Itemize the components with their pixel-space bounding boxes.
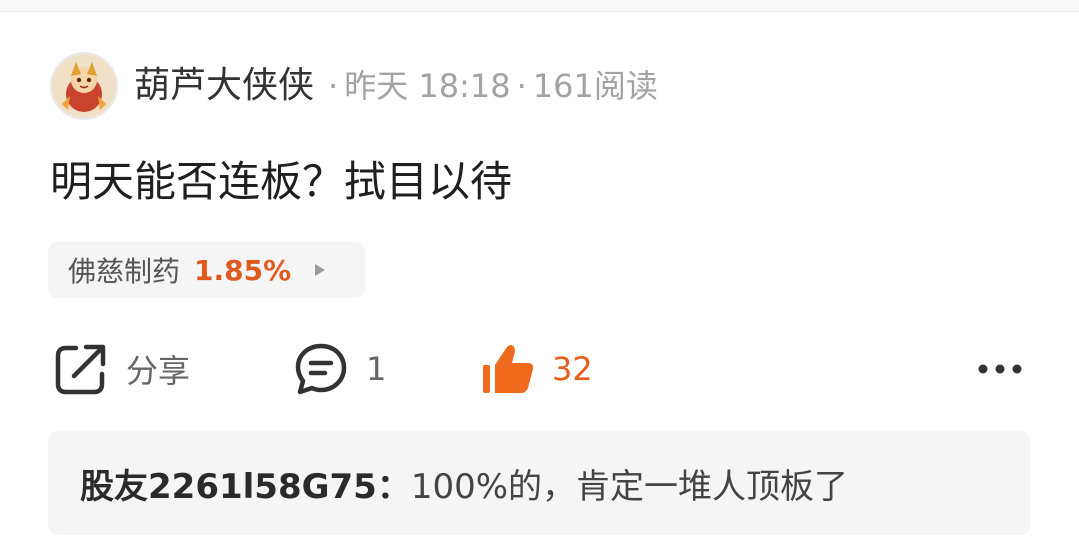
like-button[interactable]: 32 xyxy=(480,338,593,400)
reply-colon: ： xyxy=(376,466,411,507)
reply-text: 100%的，肯定一堆人顶板了 xyxy=(410,466,849,507)
triangle-right-icon xyxy=(315,264,326,276)
share-icon xyxy=(55,344,106,395)
more-button[interactable] xyxy=(976,338,1024,400)
meta-separator-2: · xyxy=(516,67,527,105)
like-count: 32 xyxy=(552,350,593,388)
post-content: 明天能否连板？拭目以待 xyxy=(50,157,513,206)
top-divider xyxy=(0,0,1079,12)
thumbs-up-icon xyxy=(483,345,534,393)
stock-name: 佛慈制药 xyxy=(68,255,181,288)
share-label: 分享 xyxy=(126,352,191,390)
post-meta: · 昨天 18:18 · 161阅读 xyxy=(322,70,658,102)
meta-separator: · xyxy=(328,67,339,105)
reply-username[interactable]: 股友2261l58G75 xyxy=(80,459,377,508)
comment-count: 1 xyxy=(366,350,387,388)
read-count: 161阅读 xyxy=(532,67,658,105)
author-row: 葫芦大侠侠 · 昨天 18:18 · 161阅读 xyxy=(50,52,658,120)
stock-change: 1.85% xyxy=(194,253,292,287)
more-icon xyxy=(978,364,1022,374)
avatar[interactable] xyxy=(50,52,118,120)
comment-button[interactable]: 1 xyxy=(294,338,386,400)
action-bar: 分享 1 32 xyxy=(0,338,1079,400)
stock-tag[interactable]: 佛慈制药 1.85% xyxy=(48,242,365,298)
comment-icon xyxy=(295,343,347,395)
author-name[interactable]: 葫芦大侠侠 xyxy=(134,68,314,104)
share-button[interactable]: 分享 xyxy=(54,338,190,400)
post-card: 葫芦大侠侠 · 昨天 18:18 · 161阅读 明天能否连板？拭目以待 佛慈制… xyxy=(0,0,1079,553)
post-time: 昨天 18:18 xyxy=(344,67,511,105)
top-reply[interactable]: 股友2261l58G75 ： 100%的，肯定一堆人顶板了 xyxy=(48,431,1030,535)
